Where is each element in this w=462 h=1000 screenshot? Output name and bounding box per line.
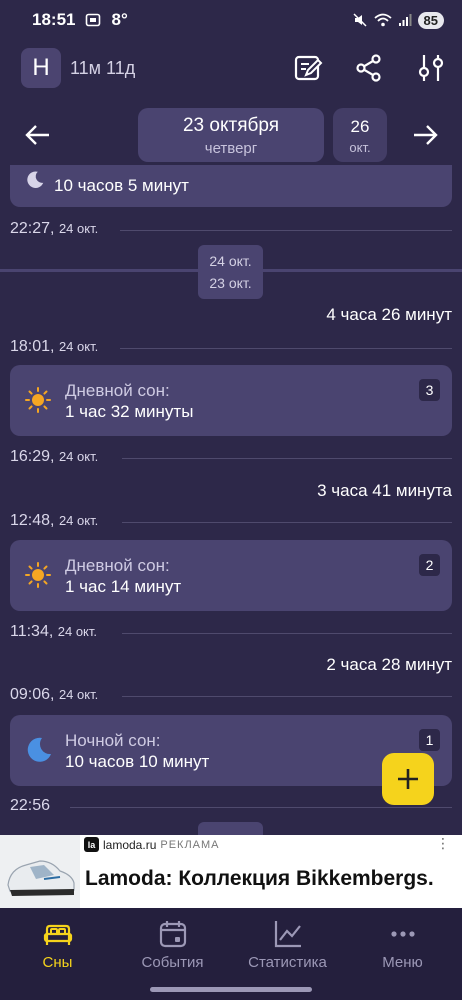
signal-icon: [398, 14, 412, 26]
sleep-count-badge: 2: [419, 554, 440, 576]
sleep-duration: 10 часов 5 минут: [54, 176, 189, 195]
nav-item-sleep[interactable]: Сны: [0, 918, 115, 971]
sleep-type-label: Дневной сон:: [65, 556, 170, 575]
bed-icon: [43, 924, 72, 945]
add-event-button[interactable]: [382, 753, 434, 805]
awake-duration: 2 часа 28 минут: [326, 655, 452, 674]
filter-settings-icon[interactable]: [415, 52, 447, 84]
sleep-card[interactable]: Дневной сон: 1 час 14 минут 2: [10, 540, 452, 611]
current-weekday: четверг: [204, 140, 258, 157]
share-icon[interactable]: [353, 52, 385, 84]
current-date-button[interactable]: 23 октября четверг: [138, 108, 324, 162]
sleep-count-badge: 3: [419, 379, 440, 401]
ad-banner[interactable]: la lamoda.ru РЕКЛАМА ⋮ Lamoda: Коллекция…: [0, 835, 462, 908]
sleep-card[interactable]: 10 часов 5 минут: [10, 165, 452, 207]
nav-item-events[interactable]: События: [115, 918, 230, 971]
nav-item-statistics[interactable]: Статистика: [230, 918, 345, 971]
sun-icon: [25, 387, 51, 413]
avatar[interactable]: Н: [21, 48, 61, 88]
calendar-icon: [159, 921, 186, 948]
moon-icon: [27, 737, 51, 762]
plus-icon: [398, 769, 418, 789]
chart-icon: [274, 921, 301, 948]
app-header: Н 11м 11д: [0, 46, 462, 90]
moon-icon: [27, 171, 44, 188]
sleep-duration: 1 час 14 минут: [65, 577, 182, 596]
nav-item-menu[interactable]: Меню: [345, 918, 460, 971]
arrow-left-icon[interactable]: [23, 120, 53, 150]
day-boundary-label: 24 окт. 23 окт.: [198, 245, 263, 299]
awake-duration: 3 часа 41 минута: [317, 481, 452, 500]
child-age: 11м 11д: [70, 58, 136, 78]
ad-headline: Lamoda: Коллекция Bikkembergs.: [85, 867, 434, 890]
sleep-type-label: Дневной сон:: [65, 381, 170, 400]
mute-icon: [353, 13, 367, 27]
sneaker-image: [0, 835, 80, 908]
time-marker: 16:29, 24 окт.: [10, 448, 452, 468]
sleep-count-badge: 1: [419, 729, 440, 751]
date-navigation: 23 октября четверг 26 окт.: [0, 108, 462, 162]
awake-duration: 4 часа 26 минут: [326, 305, 452, 324]
next-date-button[interactable]: 26 окт.: [333, 108, 387, 162]
clock: 18:51: [32, 10, 76, 29]
next-month: окт.: [349, 140, 371, 155]
screenshot-icon: [86, 13, 101, 27]
sleep-duration: 10 часов 10 минут: [65, 752, 210, 771]
arrow-right-icon[interactable]: [410, 120, 440, 150]
sleep-duration: 1 час 32 минуты: [65, 402, 194, 421]
edit-note-icon[interactable]: [292, 52, 324, 84]
time-marker: 18:01, 24 окт.: [10, 338, 452, 358]
lamoda-logo-icon: la: [84, 837, 99, 852]
next-day: 26: [350, 117, 370, 136]
temperature: 8°: [111, 10, 128, 29]
current-date: 23 октября: [182, 115, 280, 136]
day-boundary-label: [198, 822, 263, 835]
ad-options-icon[interactable]: ⋮: [436, 835, 450, 852]
sun-icon: [25, 562, 51, 588]
battery-indicator: 85: [417, 11, 444, 29]
gesture-handle[interactable]: [150, 987, 312, 992]
status-bar: 18:51 8° 85: [0, 0, 462, 40]
sleep-type-label: Ночной сон:: [65, 731, 161, 750]
ad-source: la lamoda.ru РЕКЛАМА: [84, 837, 220, 852]
sleep-card[interactable]: Дневной сон: 1 час 32 минуты 3: [10, 365, 452, 436]
more-icon: [390, 931, 415, 937]
time-marker: 11:34, 24 окт.: [10, 623, 452, 643]
sleep-feed[interactable]: 10 часов 5 минут 22:27, 24 окт. 24 окт. …: [0, 165, 462, 835]
time-marker: 09:06, 24 окт.: [10, 686, 452, 706]
time-marker: 22:27, 24 окт.: [10, 220, 452, 240]
wifi-icon: [373, 13, 392, 27]
time-marker: 12:48, 24 окт.: [10, 512, 452, 532]
